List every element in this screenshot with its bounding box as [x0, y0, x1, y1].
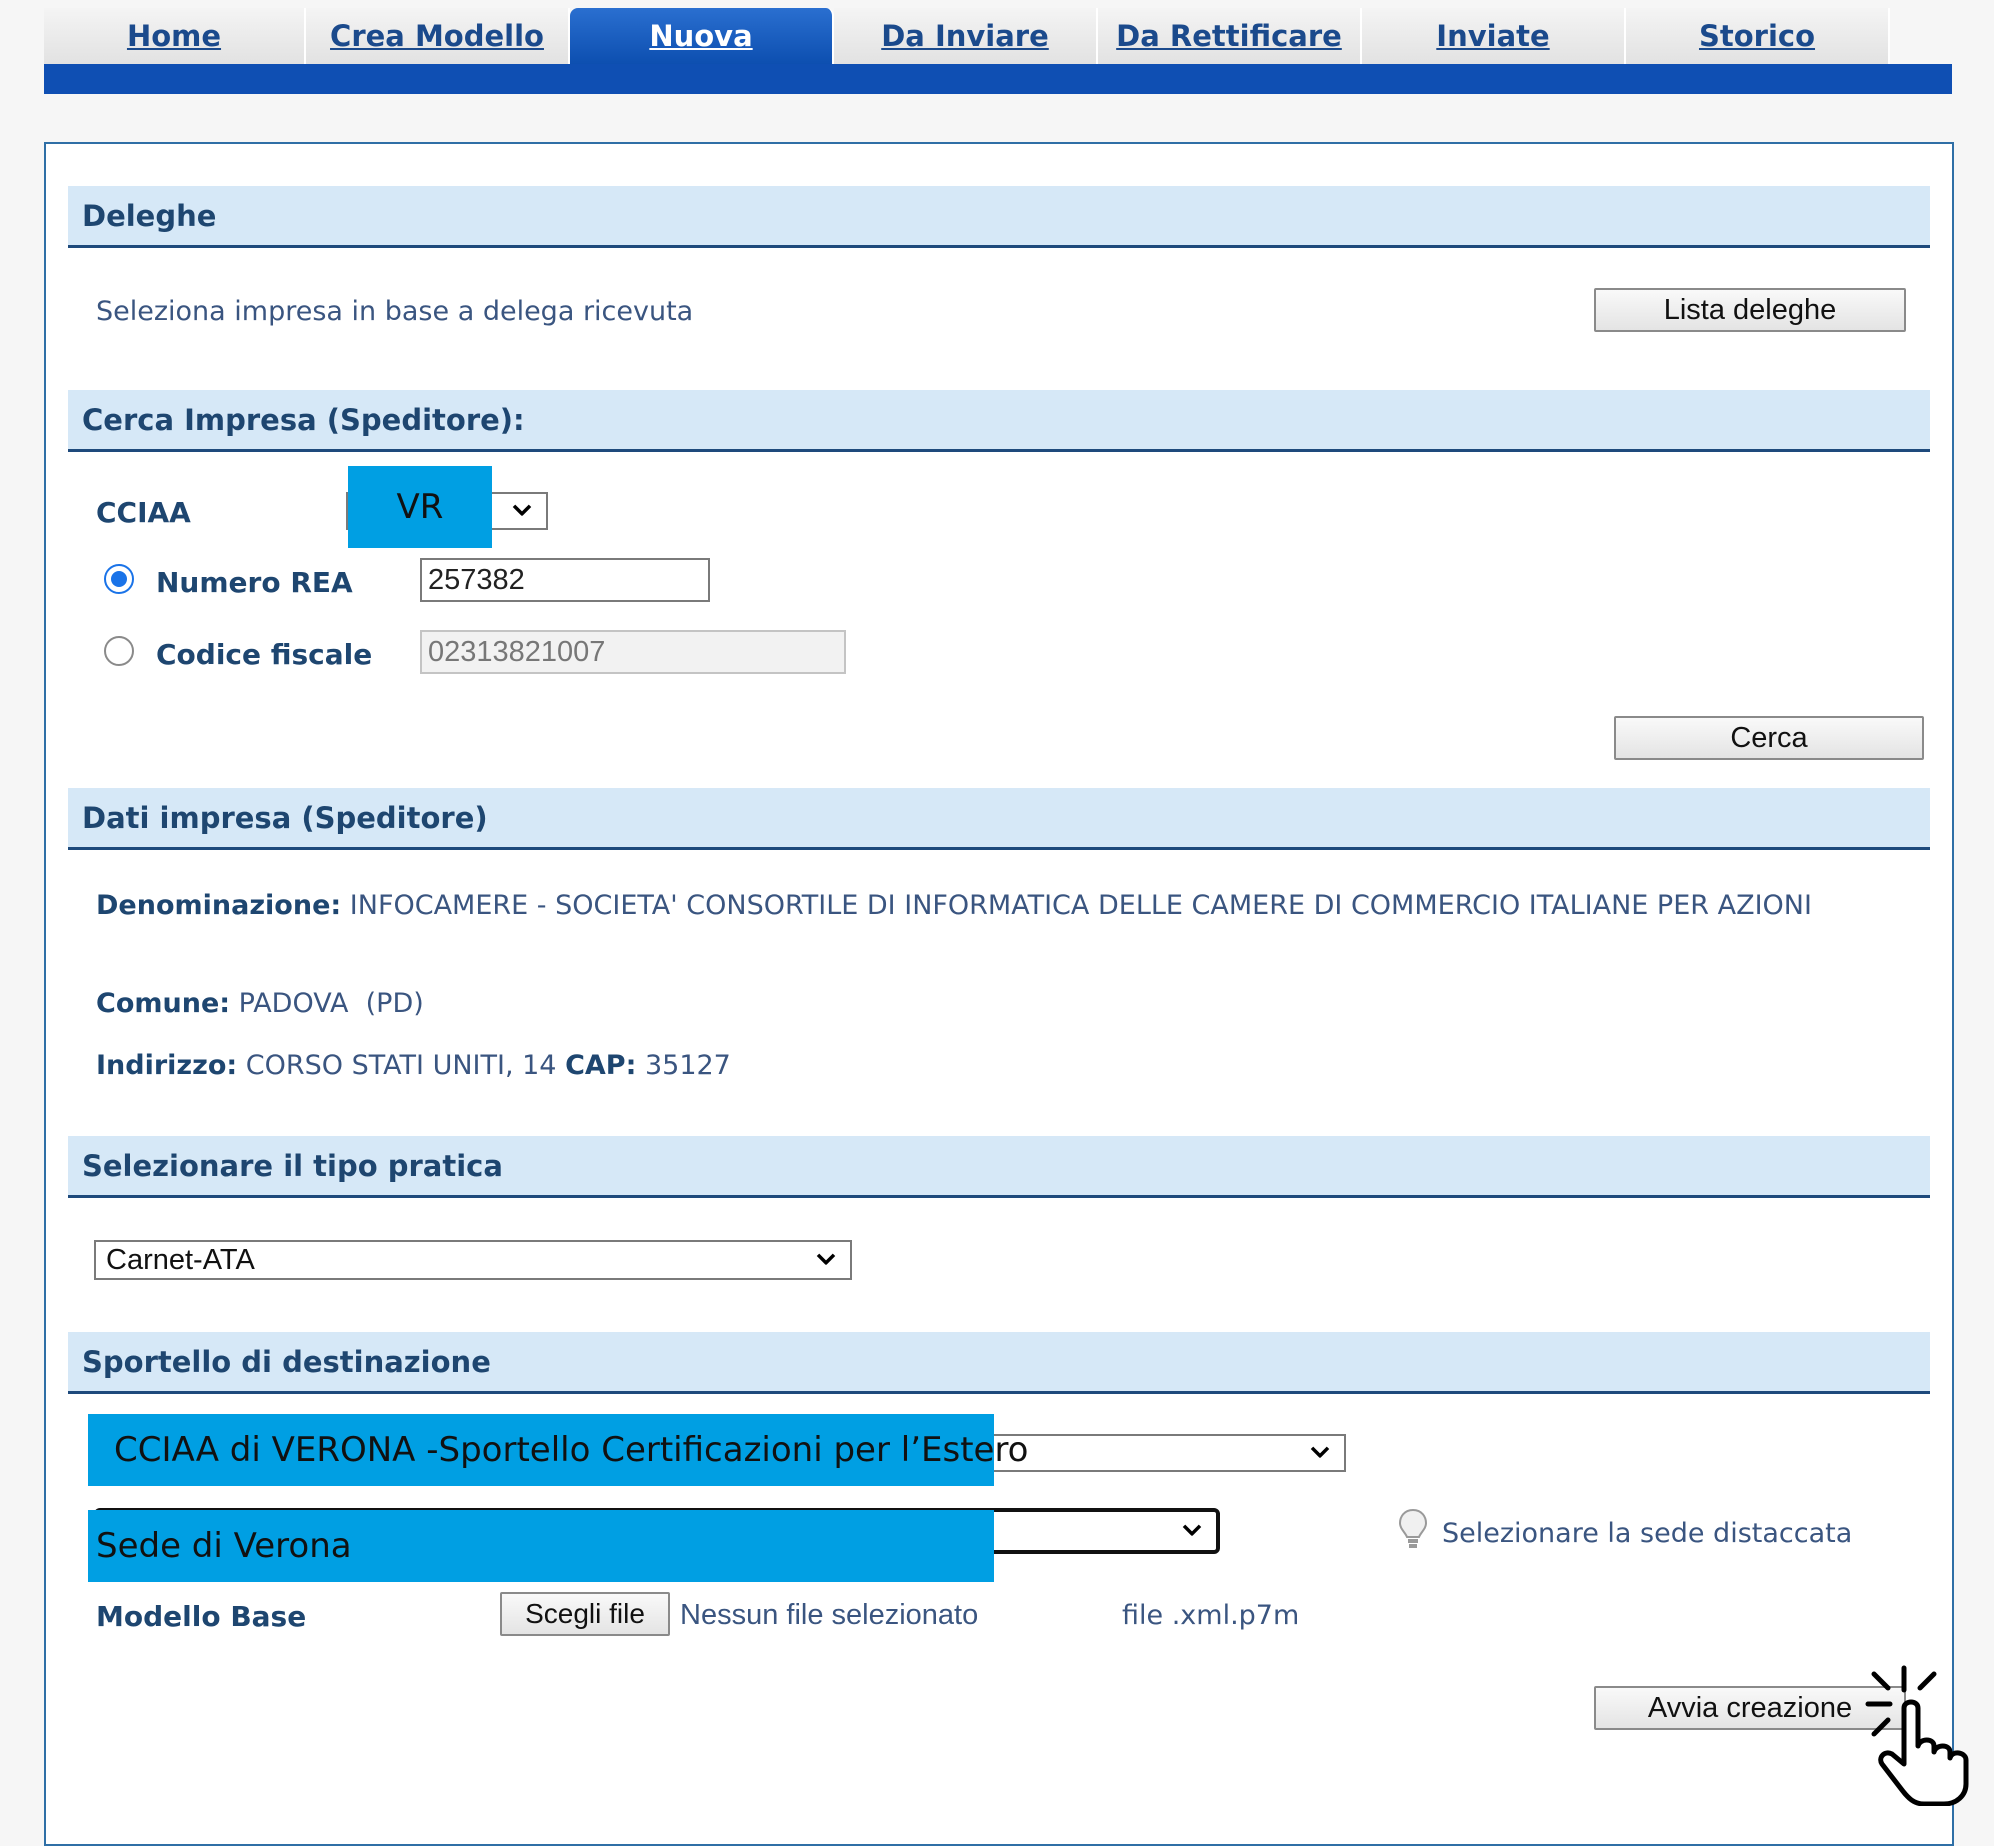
deleghe-description: Seleziona impresa in base a delega ricev…	[96, 296, 694, 327]
codice-fiscale-label: Codice fiscale	[156, 638, 373, 671]
comune-line: Comune: PADOVA (PD)	[96, 986, 424, 1022]
tab-home[interactable]: Home	[44, 8, 306, 64]
cciaa-value-overlay: VR	[348, 466, 492, 548]
tab-nuova[interactable]: Nuova	[570, 8, 834, 64]
tab-da-rettificare[interactable]: Da Rettificare	[1098, 8, 1362, 64]
section-header-deleghe: Deleghe	[68, 186, 1930, 248]
cap-value: 35127	[644, 1050, 731, 1081]
tab-inviate[interactable]: Inviate	[1362, 8, 1626, 64]
indirizzo-line: Indirizzo: CORSO STATI UNITI, 14 CAP: 35…	[96, 1048, 731, 1084]
tab-storico[interactable]: Storico	[1626, 8, 1890, 64]
main-panel: Deleghe Seleziona impresa in base a dele…	[44, 142, 1954, 1846]
file-extension-hint: file .xml.p7m	[1122, 1600, 1300, 1631]
chevron-down-icon	[816, 1253, 836, 1265]
denominazione-line: Denominazione: INFOCAMERE - SOCIETA' CON…	[96, 888, 1896, 924]
radio-numero-rea[interactable]	[104, 564, 134, 594]
chevron-down-icon	[512, 504, 532, 516]
tab-da-inviare[interactable]: Da Inviare	[834, 8, 1098, 64]
modello-base-label: Modello Base	[96, 1600, 307, 1633]
indirizzo-label: Indirizzo:	[96, 1050, 238, 1081]
codice-fiscale-input[interactable]: 02313821007	[420, 630, 846, 674]
comune-label: Comune:	[96, 988, 231, 1019]
hand-pointer-icon	[1865, 1665, 1969, 1806]
sede-value-overlay: Sede di Verona	[88, 1510, 994, 1582]
lightbulb-icon	[1398, 1508, 1428, 1548]
indirizzo-value: CORSO STATI UNITI, 14	[245, 1050, 557, 1081]
radio-codice-fiscale[interactable]	[104, 636, 134, 666]
file-status-text: Nessun file selezionato	[680, 1599, 979, 1631]
denominazione-label: Denominazione:	[96, 890, 342, 921]
section-header-dati-impresa: Dati impresa (Speditore)	[68, 788, 1930, 850]
sportello-value-overlay: CCIAA di VERONA -Sportello Certificazion…	[88, 1414, 1028, 1486]
denominazione-value: INFOCAMERE - SOCIETA' CONSORTILE DI INFO…	[349, 890, 1812, 921]
nav-underline-bar	[44, 64, 1952, 94]
choose-file-button[interactable]: Scegli file	[500, 1592, 670, 1636]
comune-value: PADOVA (PD)	[238, 988, 424, 1019]
cciaa-label: CCIAA	[96, 496, 191, 529]
section-header-sportello: Sportello di destinazione	[68, 1332, 1930, 1394]
numero-rea-input[interactable]: 257382	[420, 558, 710, 602]
cap-label: CAP:	[565, 1050, 637, 1081]
section-header-tipo-pratica: Selezionare il tipo pratica	[68, 1136, 1930, 1198]
sede-hint: Selezionare la sede distaccata	[1442, 1518, 1853, 1549]
chevron-down-icon	[1182, 1524, 1202, 1536]
tipo-pratica-value: Carnet-ATA	[106, 1243, 255, 1276]
section-header-cerca: Cerca Impresa (Speditore):	[68, 390, 1930, 452]
chevron-down-icon	[1310, 1446, 1330, 1458]
numero-rea-label: Numero REA	[156, 566, 353, 599]
main-nav: Home Crea Modello Nuova Da Inviare Da Re…	[44, 8, 1952, 64]
lista-deleghe-button[interactable]: Lista deleghe	[1594, 288, 1906, 332]
cerca-button[interactable]: Cerca	[1614, 716, 1924, 760]
tab-crea-modello[interactable]: Crea Modello	[306, 8, 570, 64]
tipo-pratica-select[interactable]: Carnet-ATA	[94, 1240, 852, 1280]
